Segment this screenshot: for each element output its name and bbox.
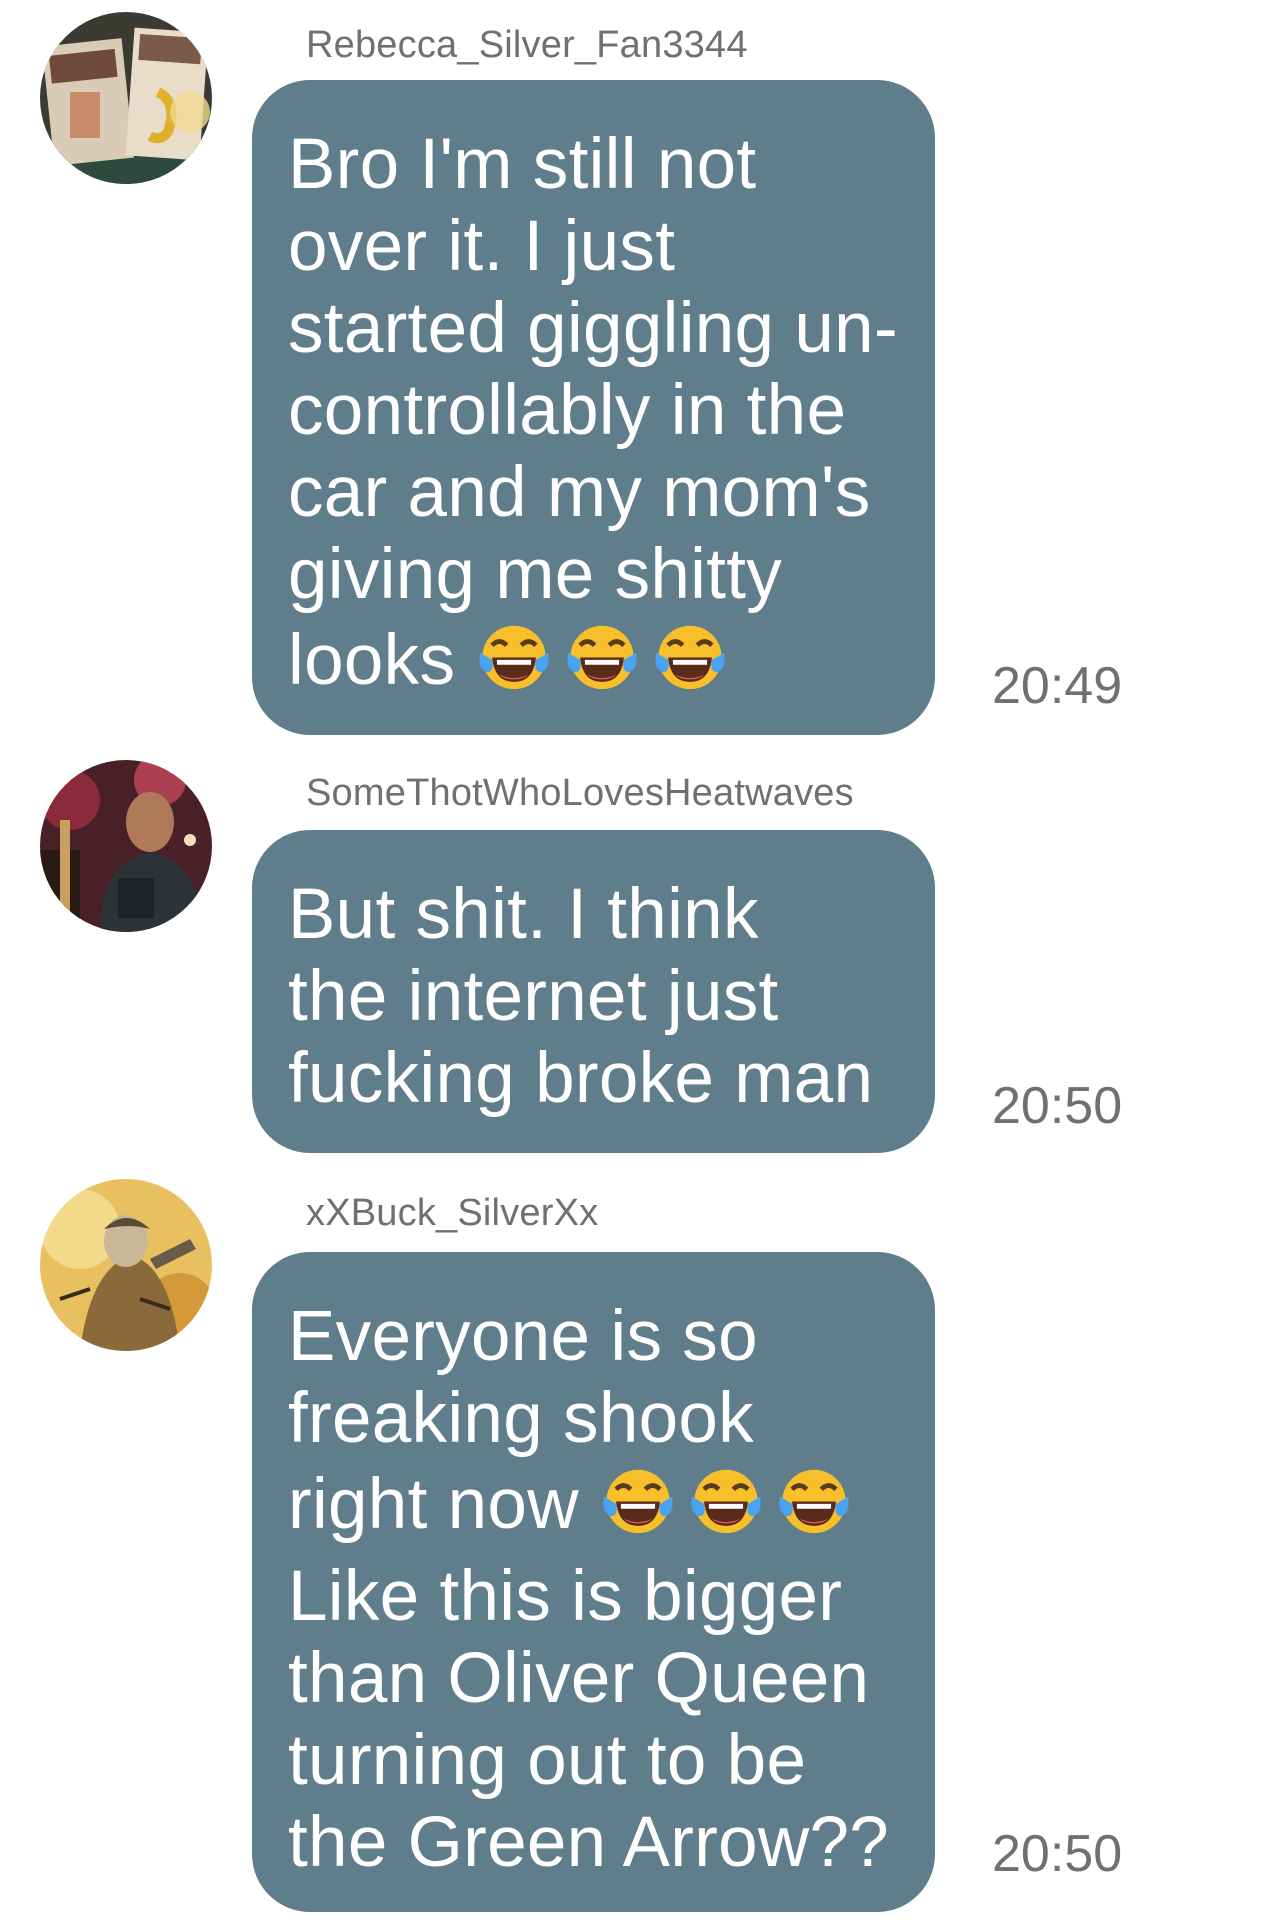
message-text: Everyone is so freaking shook right now … (288, 1297, 890, 1882)
sender-username[interactable]: Rebecca_Silver_Fan3344 (306, 24, 748, 67)
comic-character-avatar-image (40, 1179, 212, 1351)
message-bubble[interactable]: Bro I'm still not over it. I just starte… (252, 80, 935, 735)
emoji-group (475, 616, 739, 712)
man-in-jacket-avatar-image (40, 760, 212, 932)
uncaged-desire-avatar-image (40, 12, 212, 184)
tears-of-joy-emoji (599, 1460, 677, 1538)
message-text: Bro I'm still not over it. I just starte… (288, 124, 905, 712)
message-item: xXBuck_SilverXx Everyone is so freaking … (0, 1160, 1282, 1920)
message-item: Rebecca_Silver_Fan3344 Bro I'm still not… (0, 0, 1282, 740)
avatar[interactable] (40, 760, 212, 932)
message-text: But shit. I think the internet just fuck… (288, 875, 874, 1118)
message-item: SomeThotWhoLovesHeatwaves But shit. I th… (0, 740, 1282, 1160)
tears-of-joy-emoji (775, 1460, 853, 1538)
message-bubble[interactable]: Everyone is so freaking shook right now … (252, 1252, 935, 1912)
message-timestamp: 20:50 (992, 1077, 1123, 1135)
tears-of-joy-emoji (475, 616, 553, 694)
tears-of-joy-emoji (687, 1460, 765, 1538)
sender-username[interactable]: xXBuck_SilverXx (306, 1192, 598, 1235)
sender-username[interactable]: SomeThotWhoLovesHeatwaves (306, 772, 854, 815)
message-timestamp: 20:49 (992, 657, 1123, 715)
tears-of-joy-emoji (651, 616, 729, 694)
message-bubble[interactable]: But shit. I think the internet just fuck… (252, 830, 935, 1153)
avatar[interactable] (40, 12, 212, 184)
message-timestamp: 20:50 (992, 1825, 1123, 1883)
tears-of-joy-emoji (563, 616, 641, 694)
emoji-group (599, 1460, 863, 1556)
avatar[interactable] (40, 1179, 212, 1351)
